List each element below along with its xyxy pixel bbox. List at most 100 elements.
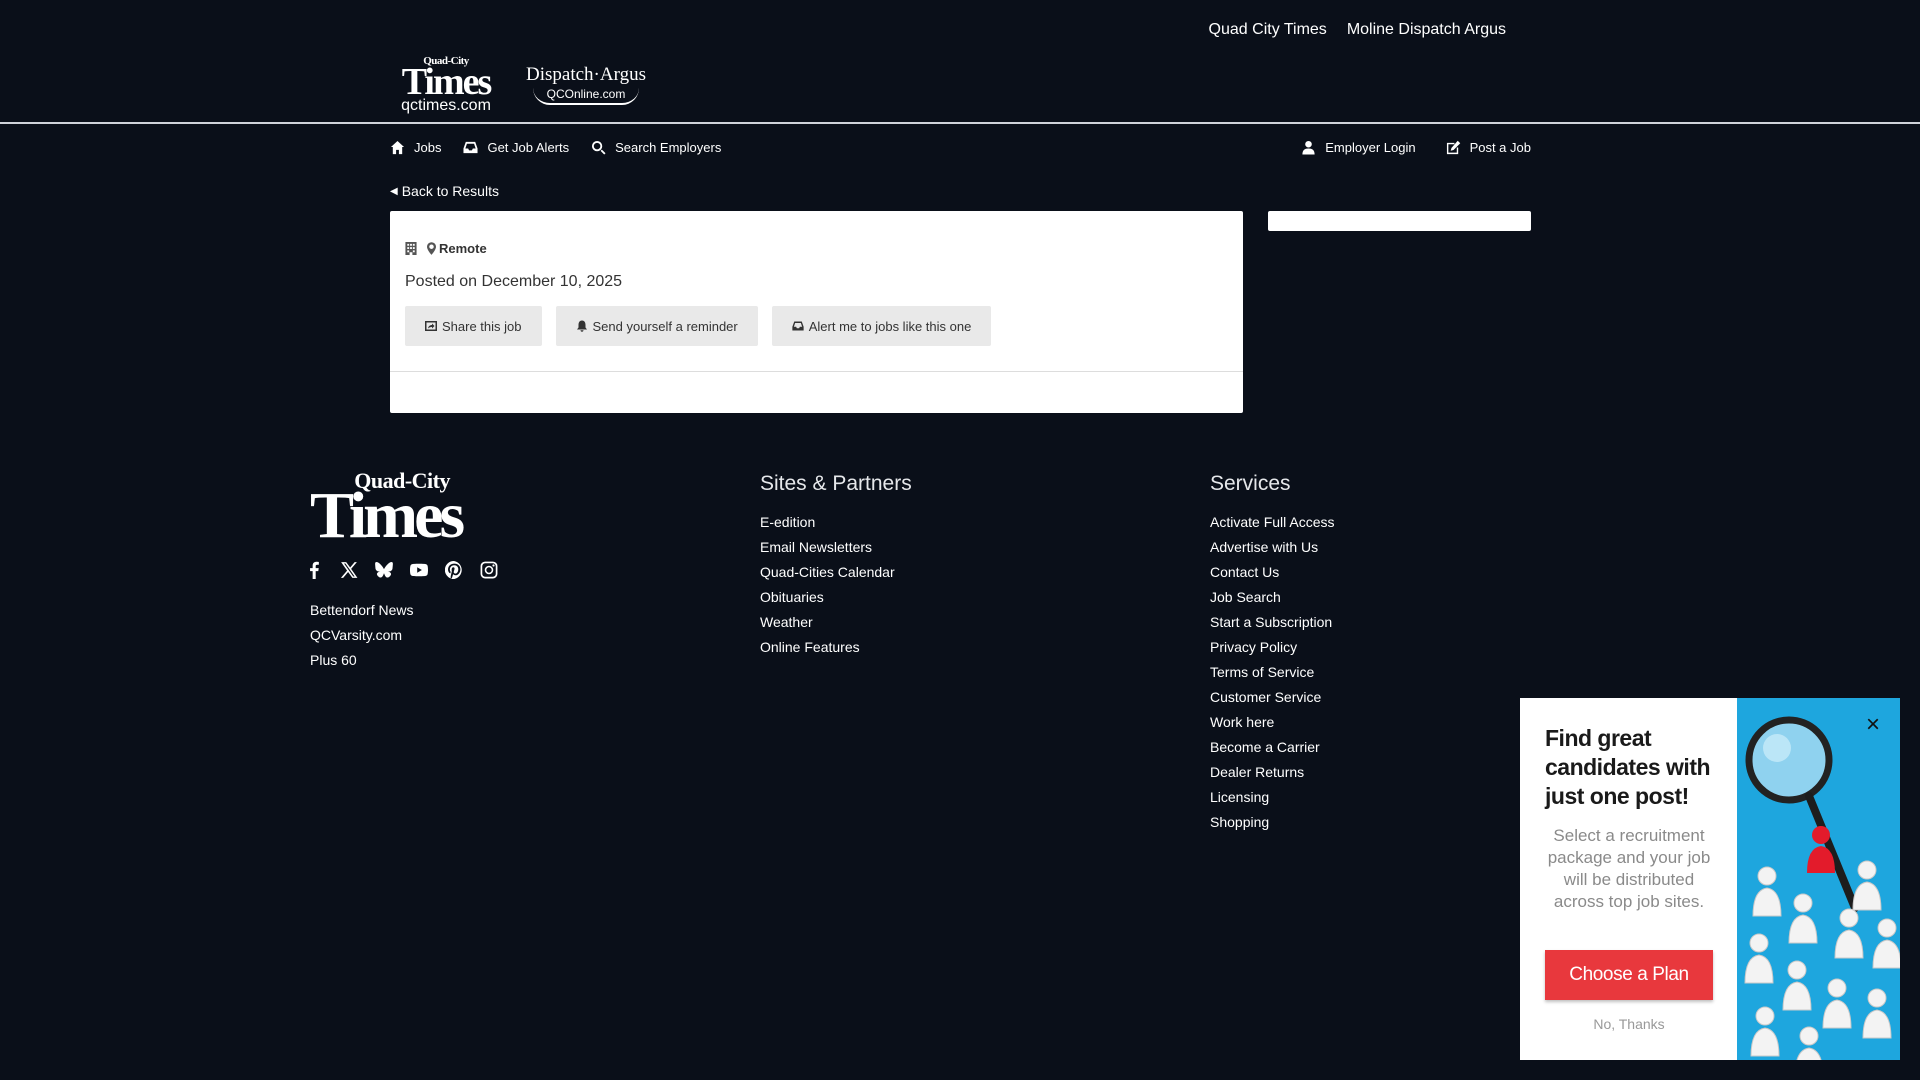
footer-link-online-features[interactable]: Online Features: [760, 639, 860, 655]
footer-link-terms-of-service[interactable]: Terms of Service: [1210, 664, 1314, 680]
posted-date-value: December 10, 2025: [481, 273, 623, 290]
footer-list-item: Dealer Returns: [1210, 760, 1335, 785]
nav-jobs[interactable]: Jobs: [390, 140, 441, 155]
popup-close-button[interactable]: ×: [1866, 713, 1880, 737]
dispatch-argus-logo[interactable]: Dispatch·Argus QCOnline.com: [526, 65, 646, 105]
bell-icon: [576, 320, 587, 332]
footer-link-calendar[interactable]: Quad-Cities Calendar: [760, 564, 895, 580]
map-pin-icon: [427, 242, 436, 255]
nav-search-employers[interactable]: Search Employers: [591, 140, 721, 155]
facebook-link[interactable]: [304, 560, 324, 580]
footer-list-item: Weather: [760, 610, 912, 635]
footer-link-advertise[interactable]: Advertise with Us: [1210, 539, 1318, 555]
facebook-icon: [304, 560, 324, 580]
job-meta: Remote: [405, 241, 487, 256]
youtube-icon: [409, 560, 429, 580]
footer-link-shopping[interactable]: Shopping: [1210, 814, 1269, 830]
pinterest-link[interactable]: [444, 560, 464, 580]
qctimes-logo-line2: Times: [401, 61, 493, 103]
job-location-label: Remote: [439, 241, 487, 256]
main-nav: Jobs Get Job Alerts Search Employers Emp…: [390, 140, 1531, 160]
footer-link-become-carrier[interactable]: Become a Carrier: [1210, 739, 1320, 755]
link-moline-dispatch-argus[interactable]: Moline Dispatch Argus: [1347, 21, 1506, 39]
footer-link-qcvarsity[interactable]: QCVarsity.com: [310, 627, 402, 643]
footer-link-e-edition[interactable]: E-edition: [760, 514, 815, 530]
nav-jobs-label: Jobs: [414, 140, 442, 155]
footer-link-dealer-returns[interactable]: Dealer Returns: [1210, 764, 1304, 780]
popup-title: Find great candidates with just one post…: [1545, 725, 1711, 809]
popup-text: Find great candidates with just one post…: [1545, 724, 1713, 913]
footer-link-work-here[interactable]: Work here: [1210, 714, 1274, 730]
nav-post-a-job[interactable]: Post a Job: [1446, 140, 1531, 155]
search-icon: [592, 140, 606, 155]
footer-link-licensing[interactable]: Licensing: [1210, 789, 1269, 805]
bluesky-link[interactable]: [374, 560, 394, 580]
dispatch-argus-logo-site: QCOnline.com: [532, 88, 640, 105]
footer-list-item: Quad-Cities Calendar: [760, 560, 912, 585]
social-links: [304, 560, 499, 580]
footer-list-item: Online Features: [760, 635, 912, 660]
user-icon: [1302, 140, 1315, 155]
youtube-link[interactable]: [409, 560, 429, 580]
alert-similar-jobs-label: Alert me to jobs like this one: [808, 318, 972, 334]
home-icon: [390, 140, 405, 155]
footer-link-bettendorf-news[interactable]: Bettendorf News: [310, 602, 414, 618]
footer-list-item: Activate Full Access: [1210, 510, 1335, 535]
footer-list-item: Advertise with Us: [1210, 535, 1335, 560]
footer-list-item: Terms of Service: [1210, 660, 1335, 685]
footer-link-contact-us[interactable]: Contact Us: [1210, 564, 1279, 580]
footer-misc-item: Bettendorf News: [310, 598, 414, 623]
footer-link-privacy-policy[interactable]: Privacy Policy: [1210, 639, 1297, 655]
footer-services: Services Activate Full Access Advertise …: [1210, 472, 1335, 835]
header-divider: [0, 122, 1920, 124]
footer-list-item: Work here: [1210, 710, 1335, 735]
share-icon: [425, 321, 437, 331]
building-icon: [405, 242, 417, 255]
footer-link-plus-60[interactable]: Plus 60: [310, 652, 357, 668]
footer-link-customer-service[interactable]: Customer Service: [1210, 689, 1321, 705]
recruitment-popup: Find great candidates with just one post…: [1520, 698, 1900, 1060]
instagram-link[interactable]: [479, 560, 499, 580]
link-quad-city-times[interactable]: Quad City Times: [1209, 21, 1327, 39]
job-location: Remote: [427, 241, 487, 256]
footer-link-email-newsletters[interactable]: Email Newsletters: [760, 539, 872, 555]
no-thanks-link[interactable]: No, Thanks: [1545, 1016, 1713, 1032]
footer-link-weather[interactable]: Weather: [760, 614, 813, 630]
job-detail-card: Remote Posted on December 10, 2025 Share…: [390, 211, 1243, 413]
magnifier-people-illustration: [1737, 698, 1900, 1060]
x-icon: [339, 560, 359, 580]
popup-illustration: [1737, 698, 1900, 1060]
nav-employer-login-label: Employer Login: [1325, 140, 1416, 155]
footer-link-job-search[interactable]: Job Search: [1210, 589, 1281, 605]
back-to-results-label: Back to Results: [401, 183, 499, 199]
footer-list-item: Job Search: [1210, 585, 1335, 610]
nav-get-job-alerts[interactable]: Get Job Alerts: [463, 140, 569, 155]
nav-post-a-job-label: Post a Job: [1469, 140, 1531, 155]
top-site-links: Quad City Times Moline Dispatch Argus: [1209, 21, 1506, 39]
qctimes-logo[interactable]: Quad-City Times qctimes.com: [390, 56, 502, 114]
footer-link-activate-full-access[interactable]: Activate Full Access: [1210, 514, 1335, 530]
footer-list-item: Become a Carrier: [1210, 735, 1335, 760]
send-reminder-button[interactable]: Send yourself a reminder: [555, 306, 758, 346]
share-job-button[interactable]: Share this job: [405, 306, 542, 346]
back-to-results-link[interactable]: ◀ Back to Results: [390, 183, 499, 199]
footer-misc-links: Bettendorf News QCVarsity.com Plus 60: [310, 598, 414, 673]
footer-misc-item: QCVarsity.com: [310, 623, 414, 648]
inbox-icon: [792, 321, 804, 331]
alert-similar-jobs-button[interactable]: Alert me to jobs like this one: [771, 306, 992, 346]
nav-employer-login[interactable]: Employer Login: [1301, 140, 1416, 155]
footer-list-item: Licensing: [1210, 785, 1335, 810]
sites-partners-heading: Sites & Partners: [760, 472, 912, 495]
bluesky-icon: [374, 560, 394, 580]
footer-link-start-subscription[interactable]: Start a Subscription: [1210, 614, 1332, 630]
footer-qctimes-logo[interactable]: Quad-City Times: [310, 470, 510, 549]
nav-search-employers-label: Search Employers: [615, 140, 722, 155]
footer-misc-item: Plus 60: [310, 648, 414, 673]
x-link[interactable]: [339, 560, 359, 580]
card-divider: [390, 371, 1243, 372]
footer-list-item: Obituaries: [760, 585, 912, 610]
nav-get-job-alerts-label: Get Job Alerts: [487, 140, 570, 155]
footer-link-obituaries[interactable]: Obituaries: [760, 589, 824, 605]
choose-plan-button[interactable]: Choose a Plan: [1545, 950, 1713, 1000]
posted-date: Posted on December 10, 2025: [405, 273, 622, 291]
